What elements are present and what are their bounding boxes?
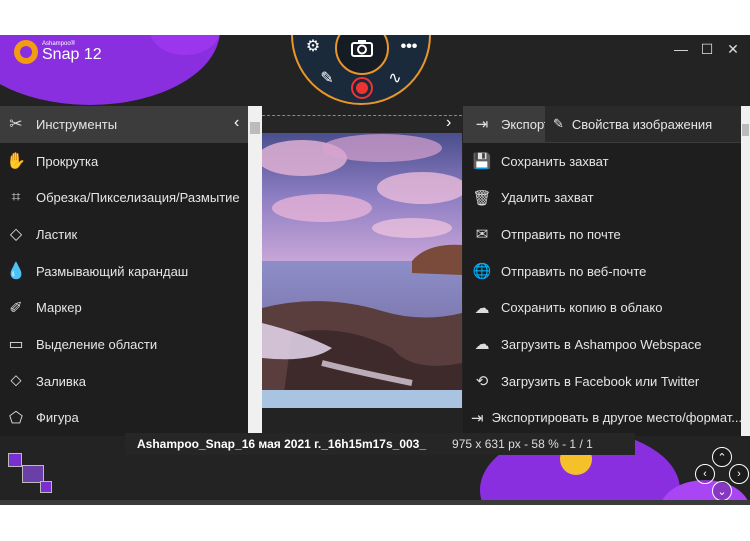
capture-wheel: ⚙ ••• ✎ ∿ — [291, 35, 431, 105]
capture-filename: Ashampoo_Snap_16 мая 2021 г._16h15m17s_0… — [137, 437, 427, 451]
record-button[interactable] — [351, 77, 373, 99]
capture-thumbnails[interactable] — [6, 451, 54, 497]
action-label: Сохранить захват — [501, 153, 609, 169]
tool-item[interactable]: 💧 Размывающий карандаш — [0, 253, 248, 290]
action-item[interactable]: 🌐 Отправить по веб-почте — [463, 253, 741, 290]
selection-icon: ▭ — [8, 336, 24, 354]
action-item[interactable]: ☁ Загрузить в Ashampoo Webspace — [463, 326, 741, 363]
tool-item[interactable]: ◇ Ластик — [0, 216, 248, 253]
tool-item[interactable]: ▭ Выделение области — [0, 326, 248, 363]
save-icon: 💾 — [472, 153, 492, 171]
tool-item[interactable]: ✂ Инструменты — [0, 106, 248, 143]
chevron-right-icon[interactable]: › — [446, 114, 451, 132]
app-window: Ashampoo® Snap 12 — ☐ ✕ ⚙ ••• ✎ ∿ ✂ Инстр… — [0, 35, 750, 505]
camera-button[interactable] — [335, 35, 389, 75]
logo-name: Snap 12 — [42, 46, 102, 63]
tool-label: Выделение области — [36, 336, 158, 352]
thumbnail[interactable] — [40, 481, 52, 493]
nav-up-icon[interactable]: ⌃ — [712, 447, 732, 467]
tool-item[interactable]: ✋ Прокрутка — [0, 143, 248, 180]
pen-icon[interactable]: ✎ — [315, 67, 339, 91]
tool-item[interactable]: ⌗ Обрезка/Пикселизация/Размытие — [0, 179, 248, 216]
action-label: Удалить захват — [501, 190, 594, 206]
export-icon: ⇥ — [475, 116, 489, 134]
action-item[interactable]: ☁ Сохранить копию в облако — [463, 289, 741, 326]
actions-scrollbar[interactable] — [741, 106, 750, 436]
share-icon: ⟲ — [475, 373, 489, 391]
tool-label: Ластик — [36, 226, 78, 242]
globe-icon: 🌐 — [472, 263, 492, 281]
edit-properties-icon: ✎ — [553, 116, 564, 131]
action-label: Экспорт — [501, 116, 550, 132]
preview-frame-top — [262, 115, 462, 133]
action-label: Сохранить копию в облако — [501, 300, 663, 316]
scrollbar-thumb[interactable] — [742, 124, 749, 136]
export-panel: ⇥ Экспорт 💾 Сохранить захват 🗑 Удалить захват… — [463, 106, 741, 436]
cloud-upload-icon: ☁ — [474, 299, 490, 317]
chevron-left-icon[interactable]: ‹ — [234, 114, 239, 132]
tool-label: Заливка — [36, 373, 87, 389]
action-item[interactable]: ✉ Отправить по почте — [463, 216, 741, 253]
seascape-image — [262, 133, 462, 408]
action-label: Загрузить в Facebook или Twitter — [501, 373, 700, 389]
maximize-button[interactable]: ☐ — [700, 41, 714, 58]
scrollbar-thumb[interactable] — [250, 122, 260, 134]
capture-info: 975 x 631 px - 58 % - 1 / 1 — [452, 437, 593, 451]
tools-scrollbar[interactable] — [248, 106, 262, 436]
hand-icon: ✋ — [6, 153, 26, 171]
mail-icon: ✉ — [475, 226, 489, 244]
action-label: Отправить по веб-почте — [501, 263, 647, 279]
nav-left-icon[interactable]: ‹ — [695, 464, 715, 484]
preview-frame-bottom — [262, 390, 462, 408]
tool-item[interactable]: ⬦ Заливка — [0, 363, 248, 400]
shape-icon: ⬠ — [9, 409, 23, 427]
image-properties-label: Свойства изображения — [571, 116, 713, 132]
tool-label: Обрезка/Пикселизация/Размытие — [36, 190, 240, 206]
export-file-icon: ⇥ — [471, 409, 484, 427]
tool-label: Прокрутка — [36, 153, 99, 169]
action-label: Отправить по почте — [501, 226, 621, 242]
capture-preview — [262, 133, 462, 408]
bottom-bar — [0, 500, 750, 505]
ashampoo-logo-icon — [14, 40, 38, 64]
tool-label: Фигура — [36, 410, 79, 426]
app-logo: Ashampoo® Snap 12 — [14, 40, 102, 64]
tool-item[interactable]: ⬠ Фигура — [0, 400, 248, 437]
trash-icon: 🗑 — [472, 189, 492, 207]
fill-icon: ⬦ — [10, 372, 22, 390]
window-controls: — ☐ ✕ — [674, 41, 740, 58]
tool-label: Маркер — [36, 300, 82, 316]
cloud-icon: ☁ — [474, 336, 490, 354]
tools-panel: ✂ Инструменты ✋ Прокрутка ⌗ Обрезка/Пикселиза… — [0, 106, 248, 436]
nav-right-icon[interactable]: › — [729, 464, 749, 484]
action-item[interactable]: 💾 Сохранить захват — [463, 143, 741, 180]
marker-icon: ✐ — [9, 299, 23, 317]
gear-icon[interactable]: ⚙ — [301, 35, 325, 59]
action-label: Экспортировать в другое место/формат... — [491, 410, 741, 426]
eraser-icon: ◇ — [9, 226, 23, 244]
wrench-icon: ✂ — [9, 116, 23, 134]
image-properties-button[interactable]: ✎ Свойства изображения — [545, 106, 741, 142]
nav-down-icon[interactable]: ⌄ — [712, 481, 732, 501]
tool-label: Размывающий карандаш — [36, 263, 189, 279]
crop-icon: ⌗ — [11, 188, 21, 206]
action-item[interactable]: ⇥ Экспортировать в другое место/формат... — [463, 400, 741, 437]
navigation-cluster: ⌃ ‹ › ⌄ — [695, 447, 749, 503]
tool-item[interactable]: ✐ Маркер — [0, 289, 248, 326]
camera-icon — [351, 40, 373, 57]
more-icon[interactable]: ••• — [397, 35, 421, 59]
status-bar: Ashampoo_Snap_16 мая 2021 г._16h15m17s_0… — [125, 433, 635, 455]
close-button[interactable]: ✕ — [726, 41, 740, 58]
scribble-icon[interactable]: ∿ — [383, 67, 407, 91]
action-item[interactable]: ⟲ Загрузить в Facebook или Twitter — [463, 363, 741, 400]
minimize-button[interactable]: — — [674, 41, 688, 58]
drop-icon: 💧 — [6, 263, 26, 281]
tool-label: Инструменты — [36, 116, 118, 132]
action-item[interactable]: 🗑 Удалить захват — [463, 179, 741, 216]
thumbnail[interactable] — [8, 453, 22, 467]
action-label: Загрузить в Ashampoo Webspace — [501, 336, 702, 352]
